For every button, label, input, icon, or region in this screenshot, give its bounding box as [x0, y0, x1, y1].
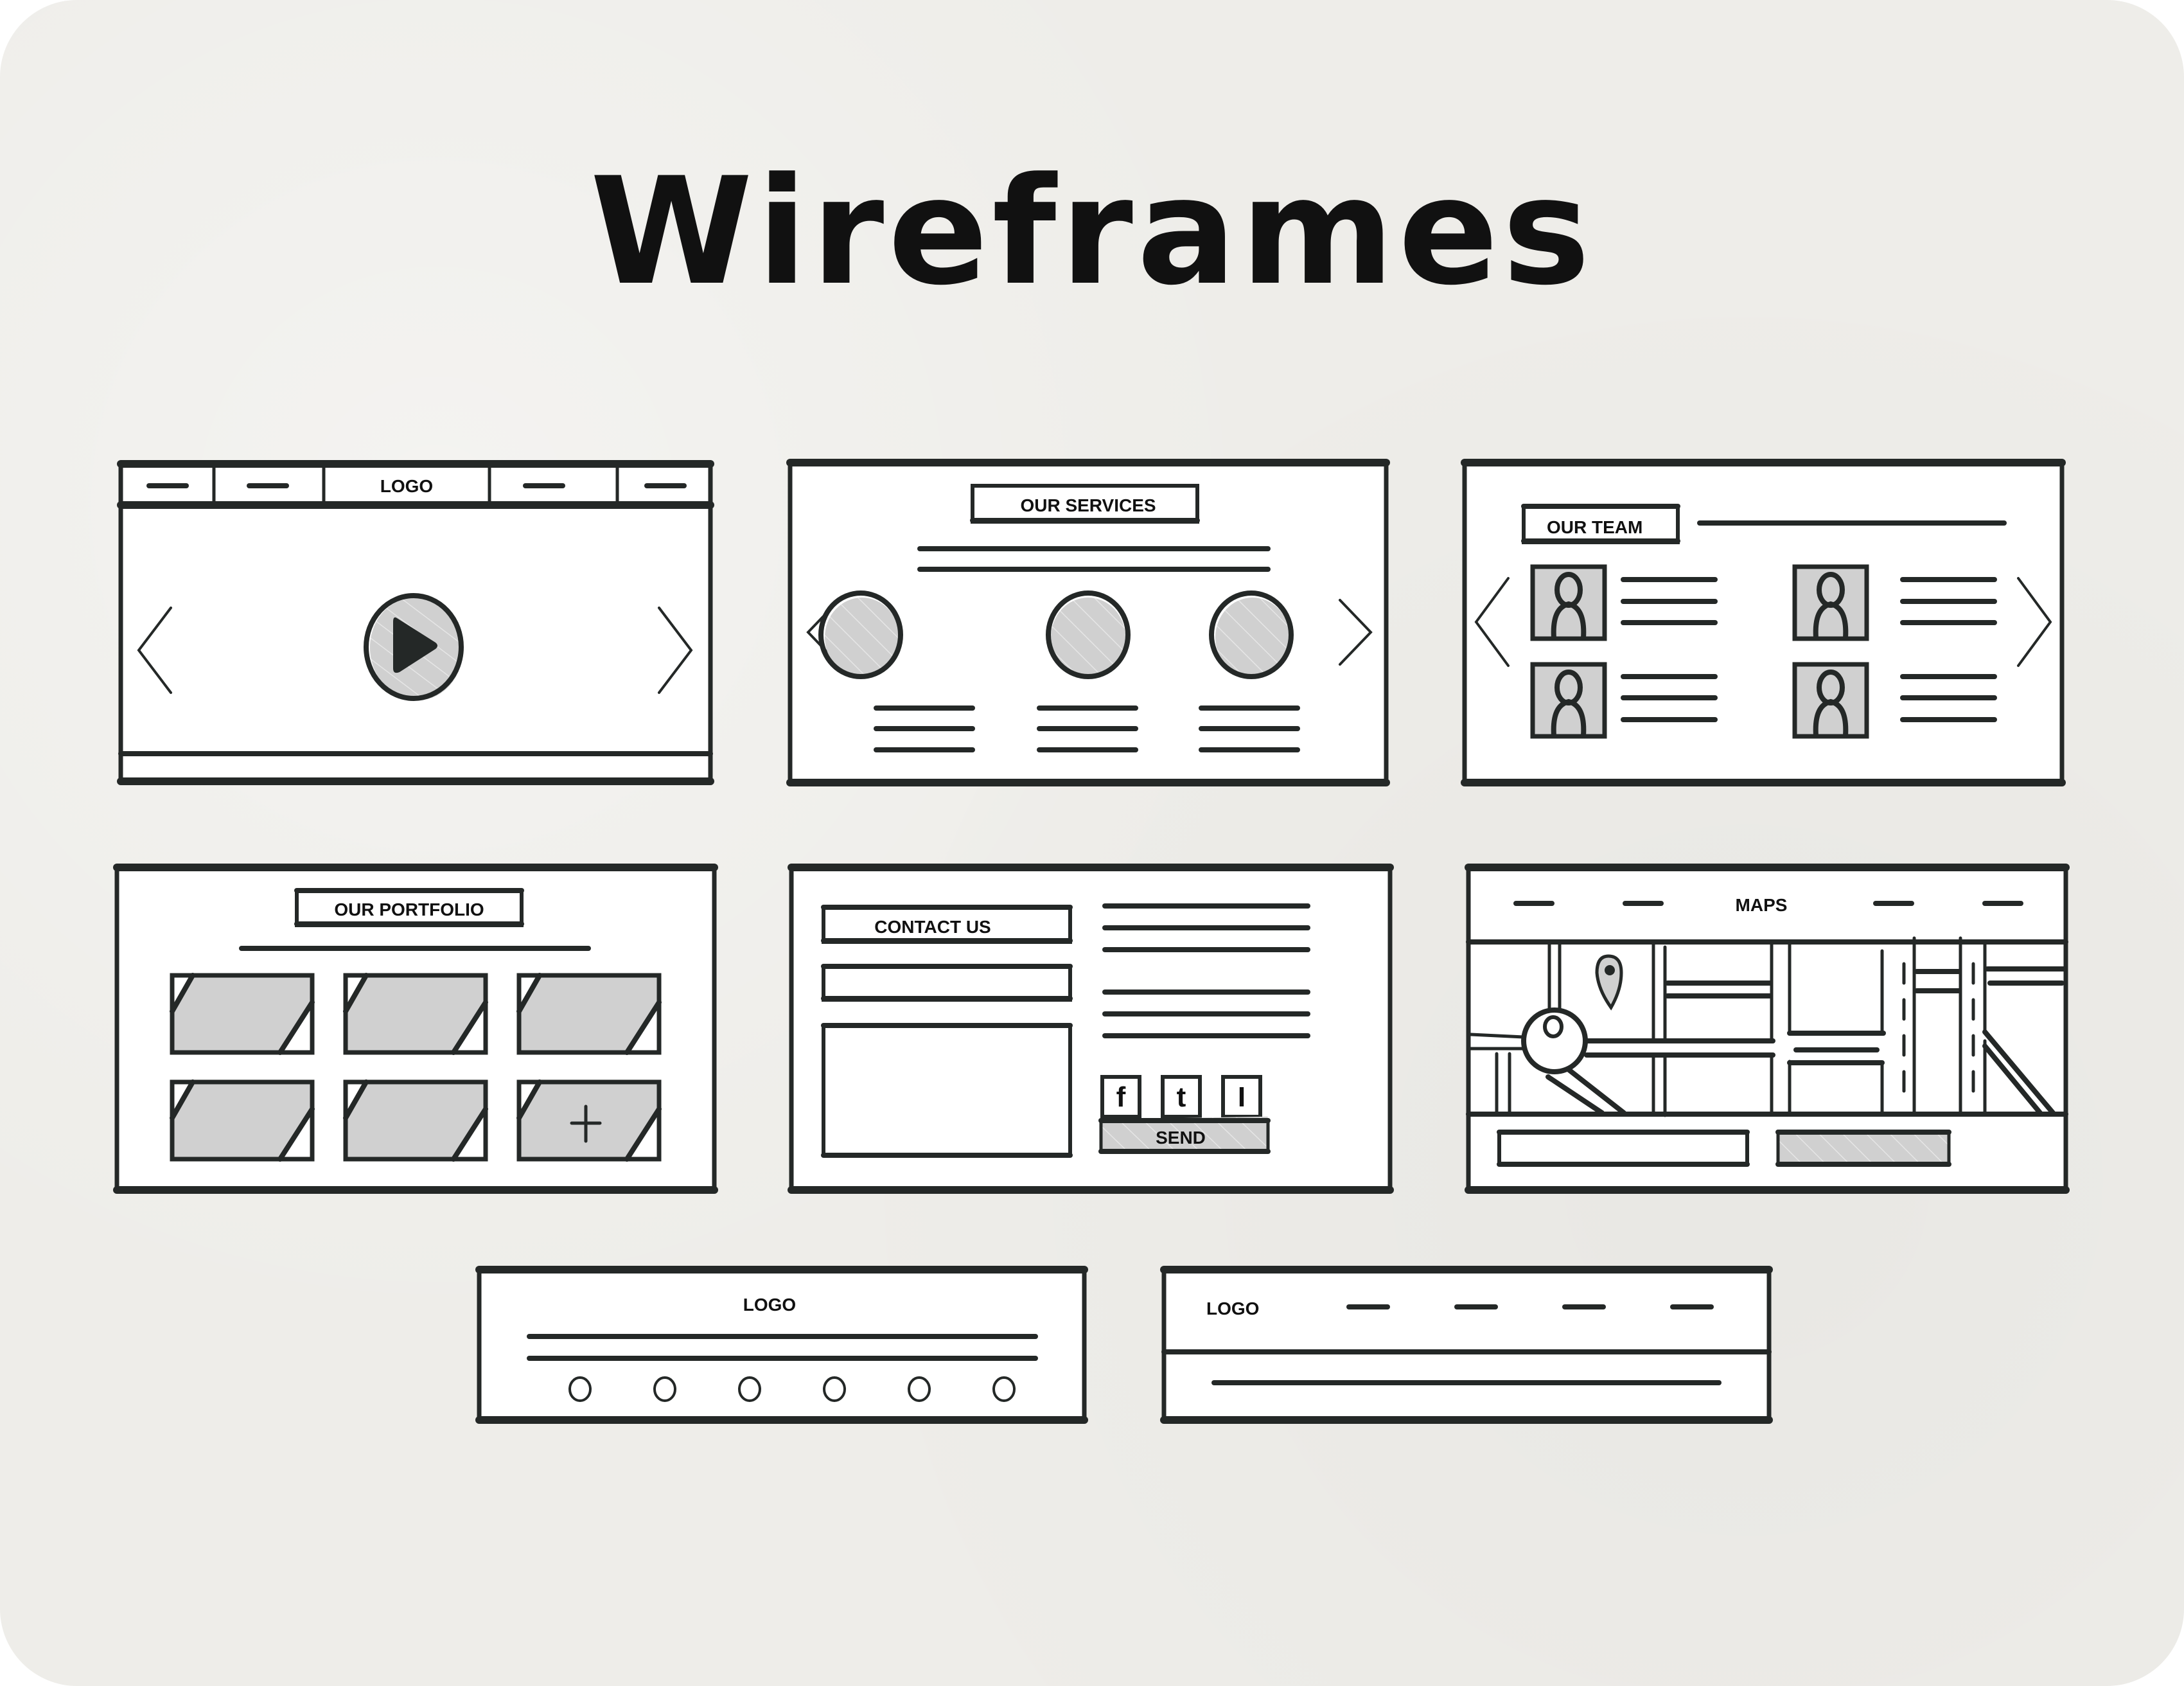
send-button[interactable]: SEND	[1098, 1116, 1271, 1154]
twitter-icon[interactable]: t	[1161, 1075, 1202, 1119]
footer-centered-logo: LOGO	[743, 1295, 796, 1315]
portfolio-add-tile[interactable]	[516, 1079, 662, 1162]
team-wireframe: OUR TEAM	[1461, 459, 2066, 786]
footer-inline-logo: LOGO	[1206, 1299, 1259, 1318]
footer-centered-frame	[477, 1266, 1087, 1424]
maps-wireframe: MAPS	[1465, 864, 2070, 1194]
contact-heading: CONTACT US	[874, 917, 991, 937]
footer-centered-wireframe: LOGO	[475, 1266, 1088, 1424]
portfolio-heading: OUR PORTFOLIO	[334, 900, 484, 919]
maps-search-button[interactable]	[1775, 1130, 1951, 1167]
send-button-label: SEND	[1156, 1128, 1206, 1148]
wireframes-sheet: Wireframes LOGO OUR SERVICES OUR TEAM OU…	[0, 0, 2184, 1686]
portfolio-tile[interactable]	[516, 973, 662, 1055]
footer-inline-wireframe: LOGO	[1160, 1266, 1773, 1424]
roundabout-icon	[1521, 1007, 1588, 1074]
svg-text:f: f	[1116, 1081, 1126, 1113]
team-heading: OUR TEAM	[1547, 517, 1642, 537]
portfolio-wireframe: OUR PORTFOLIO	[113, 864, 718, 1194]
wireframes-canvas: Wireframes LOGO OUR SERVICES OUR TEAM OU…	[113, 146, 2070, 1424]
portfolio-tile[interactable]	[343, 973, 488, 1055]
services-heading: OUR SERVICES	[1020, 495, 1156, 515]
contact-wireframe: CONTACT US f t I SEND	[788, 864, 1394, 1194]
portfolio-tile[interactable]	[170, 1079, 315, 1162]
portfolio-tile[interactable]	[170, 973, 315, 1055]
contact-name-input[interactable]	[821, 964, 1073, 1002]
maps-address-input[interactable]	[1497, 1130, 1750, 1167]
instagram-icon[interactable]: I	[1221, 1075, 1262, 1119]
hero-wireframe: LOGO	[117, 460, 714, 785]
services-wireframe: OUR SERVICES	[786, 459, 1390, 786]
svg-text:I: I	[1238, 1081, 1246, 1113]
portfolio-tile[interactable]	[343, 1079, 488, 1162]
footer-inline-frame	[1161, 1266, 1772, 1424]
contact-message-textarea[interactable]	[821, 1023, 1073, 1158]
facebook-icon[interactable]: f	[1100, 1075, 1141, 1119]
maps-heading: MAPS	[1736, 895, 1788, 915]
page-title: Wireframes	[590, 146, 1594, 318]
svg-text:t: t	[1177, 1081, 1186, 1113]
hero-logo: LOGO	[380, 476, 433, 496]
